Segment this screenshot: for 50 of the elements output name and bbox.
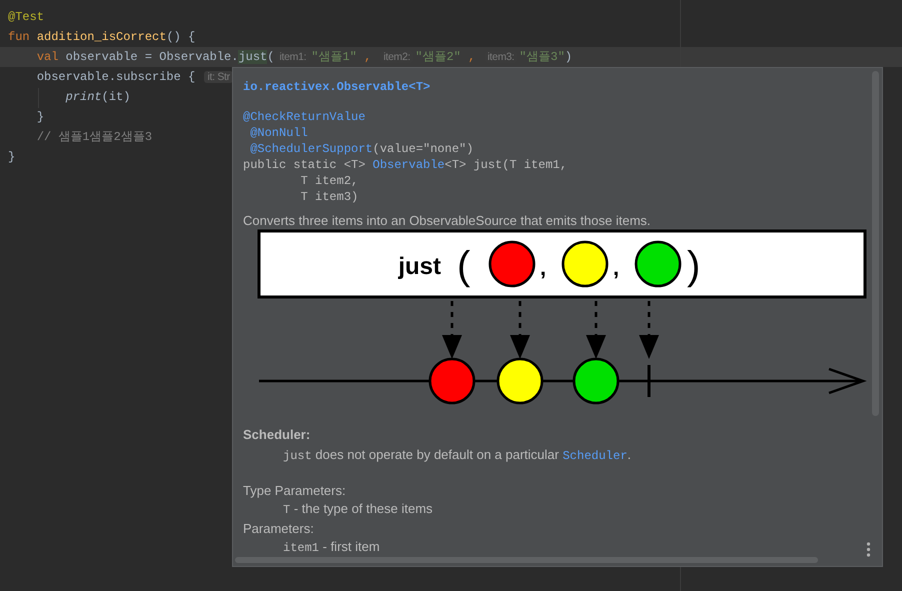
- code-text: public static <T>: [243, 158, 366, 172]
- scheduler-link[interactable]: Scheduler: [562, 449, 628, 463]
- code-token: @Test: [8, 10, 44, 24]
- code-link[interactable]: Observable: [372, 158, 445, 172]
- code-token: "샘플1": [311, 50, 357, 64]
- parameter-text: item1 - first item: [283, 539, 380, 556]
- code-link[interactable]: @SchedulerSupport: [250, 142, 373, 156]
- section-heading: Scheduler:: [243, 427, 312, 443]
- dashed-arrow: [510, 301, 530, 359]
- parameter-text: T - the type of these items: [283, 501, 433, 518]
- description-text: Converts three items into an ObservableSource that emits those items.: [243, 213, 652, 229]
- code-token: observable = Observable.: [66, 50, 238, 64]
- code-text: <T> just(T item1,: [444, 158, 568, 172]
- code-token: fun: [8, 30, 31, 44]
- code-token: addition_isCorrect: [36, 30, 166, 44]
- code-token: print: [66, 90, 102, 104]
- code-token: // 샘플1샘플2샘플3: [36, 130, 152, 144]
- code-token: "샘플2": [415, 50, 461, 64]
- bracket-symbol: ): [687, 244, 700, 288]
- operator-label: just: [398, 253, 441, 280]
- bracket-symbol: (: [457, 244, 470, 288]
- more-options-icon[interactable]: [866, 542, 871, 557]
- code-link[interactable]: @NonNull: [250, 126, 308, 140]
- code-token: "샘플3": [519, 50, 565, 64]
- code-token: }: [36, 110, 44, 124]
- comma-symbol: ,: [613, 255, 620, 280]
- code-text: T item3): [300, 190, 358, 204]
- code-text: T item2,: [300, 174, 358, 188]
- code-token: just: [238, 50, 268, 64]
- code-token: () {: [166, 30, 196, 44]
- scheduler-text: just does not operate by default on a particular Scheduler.: [282, 447, 632, 464]
- code-text: (value="none"): [372, 142, 474, 156]
- completion-mark: [648, 365, 650, 397]
- parameter-hint: it: Str: [204, 71, 233, 83]
- dashed-arrow: [639, 301, 659, 359]
- section-heading: Parameters:: [243, 521, 315, 537]
- code-token: val: [36, 50, 58, 64]
- dashed-arrow: [586, 301, 606, 359]
- code-token: }: [8, 150, 16, 164]
- code-token: ,: [364, 50, 372, 64]
- dashed-arrow: [442, 301, 462, 359]
- code-token: observable.subscribe {: [36, 70, 196, 84]
- section-heading: Type Parameters:: [243, 483, 347, 499]
- code-token: (it): [102, 90, 130, 104]
- code-token: (: [267, 50, 274, 64]
- code-token: ,: [468, 50, 476, 64]
- code-link[interactable]: @CheckReturnValue: [243, 110, 366, 124]
- comma-symbol: ,: [540, 255, 546, 280]
- code-token: ): [564, 50, 572, 64]
- class-name-link[interactable]: io.reactivex.Observable<T>: [243, 68, 882, 95]
